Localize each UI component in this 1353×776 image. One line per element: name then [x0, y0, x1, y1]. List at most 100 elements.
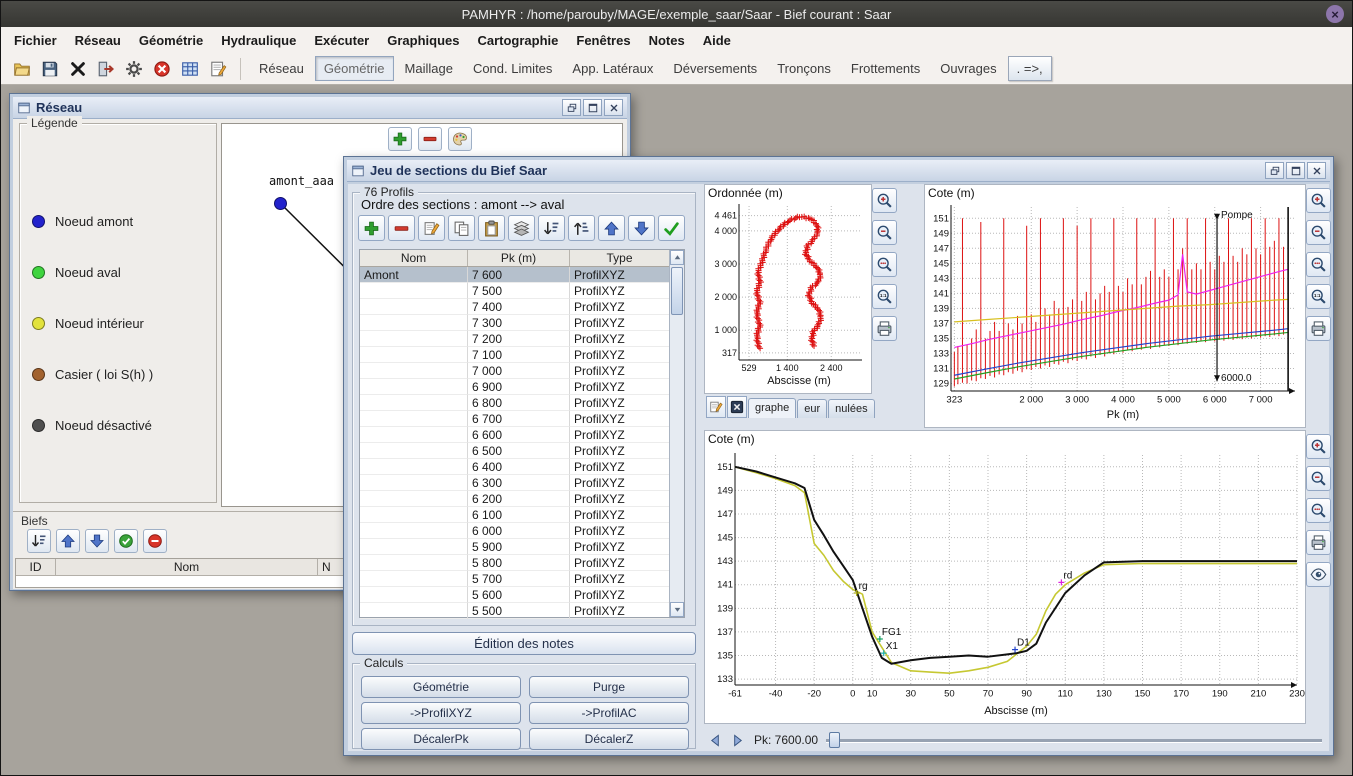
- win-max-button[interactable]: [583, 99, 602, 116]
- calc-profilac-button[interactable]: ->ProfilAC: [529, 702, 689, 724]
- biefs-col-id[interactable]: ID: [16, 559, 56, 575]
- minus-circle-button[interactable]: [143, 529, 167, 553]
- scroll-up-button[interactable]: [670, 250, 684, 265]
- zoom-select-button[interactable]: [1306, 498, 1331, 523]
- previous-profile-button[interactable]: [704, 729, 726, 751]
- col-nom[interactable]: Nom: [360, 250, 468, 266]
- profil-row-5900[interactable]: 5 900ProfilXYZ: [360, 539, 669, 555]
- win-close-button[interactable]: [604, 99, 623, 116]
- toolbar-maillage-button[interactable]: Maillage: [396, 56, 462, 81]
- move-down-button[interactable]: [85, 529, 109, 553]
- profil-row-7000[interactable]: 7 000ProfilXYZ: [360, 363, 669, 379]
- profil-row-6200[interactable]: 6 200ProfilXYZ: [360, 491, 669, 507]
- apply-button[interactable]: [658, 215, 685, 241]
- zoom-in-button[interactable]: [872, 188, 897, 213]
- profil-row-6600[interactable]: 6 600ProfilXYZ: [360, 427, 669, 443]
- profil-row-6700[interactable]: 6 700ProfilXYZ: [360, 411, 669, 427]
- move-down-button[interactable]: [628, 215, 655, 241]
- copy-button[interactable]: [448, 215, 475, 241]
- profil-row-7300[interactable]: 7 300ProfilXYZ: [360, 315, 669, 331]
- calc-decalerz-button[interactable]: DécalerZ: [529, 728, 689, 750]
- menu-hydraulique[interactable]: Hydraulique: [212, 29, 305, 52]
- toolbar-troncons-button[interactable]: Tronçons: [768, 56, 840, 81]
- sort-desc-button[interactable]: [538, 215, 565, 241]
- remove-button[interactable]: [418, 127, 442, 151]
- win-restore-button[interactable]: [1265, 162, 1284, 179]
- zoom-reset-button[interactable]: [1306, 284, 1331, 309]
- tab-graphe[interactable]: graphe: [748, 398, 796, 418]
- menu-notes[interactable]: Notes: [640, 29, 694, 52]
- win-close-button[interactable]: [1307, 162, 1326, 179]
- window-close-button[interactable]: ×: [1326, 5, 1344, 23]
- profil-row-6100[interactable]: 6 100ProfilXYZ: [360, 507, 669, 523]
- zoom-out-button[interactable]: [1306, 220, 1331, 245]
- stop-button[interactable]: [149, 56, 175, 82]
- print-button[interactable]: [1306, 316, 1331, 341]
- sort-desc-button[interactable]: [27, 529, 51, 553]
- tab-eur[interactable]: eur: [797, 399, 827, 418]
- edit-notes-button[interactable]: Édition des notes: [352, 632, 696, 655]
- table-scrollbar[interactable]: [669, 250, 684, 617]
- profil-row-5700[interactable]: 5 700ProfilXYZ: [360, 571, 669, 587]
- pk-slider[interactable]: [826, 731, 1322, 749]
- toolbar-app-lateraux-button[interactable]: App. Latéraux: [563, 56, 662, 81]
- toolbar-cond-limites-button[interactable]: Cond. Limites: [464, 56, 561, 81]
- sort-asc-button[interactable]: [568, 215, 595, 241]
- slider-thumb[interactable]: [829, 732, 840, 748]
- tab-nulees[interactable]: nulées: [828, 399, 874, 418]
- zoom-out-button[interactable]: [872, 220, 897, 245]
- table-grid-button[interactable]: [177, 56, 203, 82]
- menu-cartographie[interactable]: Cartographie: [468, 29, 567, 52]
- add-button[interactable]: [358, 215, 385, 241]
- col-pk-m[interactable]: Pk (m): [468, 250, 570, 266]
- profil-row-5800[interactable]: 5 800ProfilXYZ: [360, 555, 669, 571]
- remove-button[interactable]: [388, 215, 415, 241]
- title-bar[interactable]: PAMHYR : /home/parouby/MAGE/exemple_saar…: [1, 1, 1352, 27]
- profil-row-amont[interactable]: Amont7 600ProfilXYZ: [360, 267, 669, 283]
- edit-button[interactable]: [706, 396, 726, 418]
- scroll-down-button[interactable]: [670, 602, 684, 617]
- node-amont[interactable]: [274, 197, 287, 210]
- calc-geometrie-button[interactable]: Géométrie: [361, 676, 521, 698]
- profil-row-5500[interactable]: 5 500ProfilXYZ: [360, 603, 669, 619]
- profil-row-7100[interactable]: 7 100ProfilXYZ: [360, 347, 669, 363]
- settings-button[interactable]: [121, 56, 147, 82]
- profil-row-6000[interactable]: 6 000ProfilXYZ: [360, 523, 669, 539]
- open-folder-button[interactable]: [9, 56, 35, 82]
- profil-row-6800[interactable]: 6 800ProfilXYZ: [360, 395, 669, 411]
- print-button[interactable]: [872, 316, 897, 341]
- profil-row-6500[interactable]: 6 500ProfilXYZ: [360, 443, 669, 459]
- close-dark-button[interactable]: [727, 396, 747, 418]
- toolbar-item-button[interactable]: . =>,: [1008, 56, 1052, 81]
- close-x-button[interactable]: [65, 56, 91, 82]
- profil-row-6400[interactable]: 6 400ProfilXYZ: [360, 459, 669, 475]
- menu-fichier[interactable]: Fichier: [5, 29, 66, 52]
- layers-button[interactable]: [508, 215, 535, 241]
- calc-purge-button[interactable]: Purge: [529, 676, 689, 698]
- notes-button[interactable]: [205, 56, 231, 82]
- biefs-col-nom[interactable]: Nom: [56, 559, 318, 575]
- check-circle-button[interactable]: [114, 529, 138, 553]
- win-max-button[interactable]: [1286, 162, 1305, 179]
- profil-row-5600[interactable]: 5 600ProfilXYZ: [360, 587, 669, 603]
- toolbar-geometrie-button[interactable]: Géométrie: [315, 56, 394, 81]
- view-button[interactable]: [1306, 562, 1331, 587]
- calc-profilxyz-button[interactable]: ->ProfilXYZ: [361, 702, 521, 724]
- toolbar-deversements-button[interactable]: Déversements: [664, 56, 766, 81]
- edit-button[interactable]: [418, 215, 445, 241]
- export-button[interactable]: [93, 56, 119, 82]
- calc-decalerpk-button[interactable]: DécalerPk: [361, 728, 521, 750]
- zoom-out-button[interactable]: [1306, 466, 1331, 491]
- profil-row-6300[interactable]: 6 300ProfilXYZ: [360, 475, 669, 491]
- profil-row-6900[interactable]: 6 900ProfilXYZ: [360, 379, 669, 395]
- zoom-select-button[interactable]: [872, 252, 897, 277]
- toolbar-reseau-button[interactable]: Réseau: [250, 56, 313, 81]
- save-button[interactable]: [37, 56, 63, 82]
- menu-graphiques[interactable]: Graphiques: [378, 29, 468, 52]
- scrollbar-thumb[interactable]: [671, 267, 683, 315]
- move-up-button[interactable]: [598, 215, 625, 241]
- zoom-in-button[interactable]: [1306, 434, 1331, 459]
- menu-fenetres[interactable]: Fenêtres: [567, 29, 639, 52]
- profil-row-7500[interactable]: 7 500ProfilXYZ: [360, 283, 669, 299]
- move-up-button[interactable]: [56, 529, 80, 553]
